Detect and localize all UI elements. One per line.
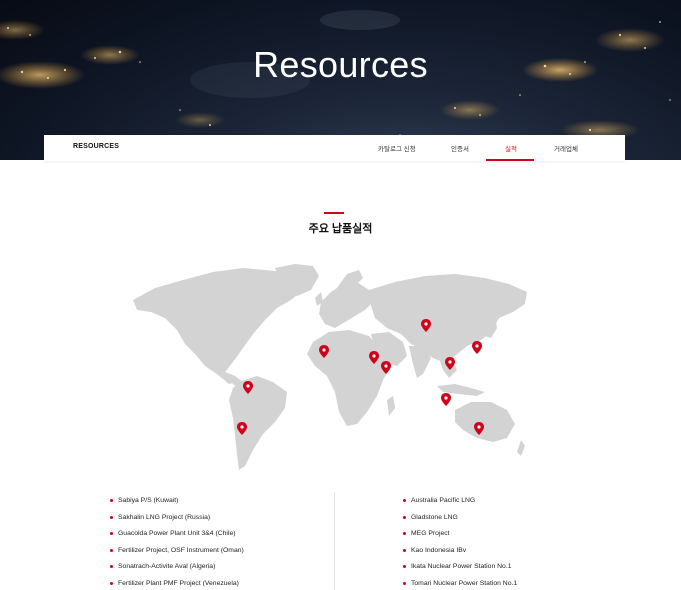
list-item: Australia Pacific LNG bbox=[403, 497, 517, 514]
map-pin-icon bbox=[441, 393, 451, 406]
list-item: Sabiya P/S (Kuwait) bbox=[110, 497, 244, 514]
bullet-icon bbox=[403, 515, 406, 519]
world-map-land bbox=[133, 264, 527, 470]
list-item: Guacolda Power Plant Unit 3&4 (Chile) bbox=[110, 530, 244, 547]
section-title: 주요 납품실적 bbox=[308, 223, 373, 235]
list-item: Fertilizer Project, OSF Instrument (Oman… bbox=[110, 547, 244, 564]
tab-catalog-request[interactable]: 카탈로그 신청 bbox=[378, 143, 416, 153]
page-title: Resources bbox=[253, 44, 428, 85]
list-item: Kao Indonesia IBv bbox=[403, 547, 517, 564]
project-list-left: Sabiya P/S (Kuwait) Sakhalin LNG Project… bbox=[110, 497, 244, 590]
tab-partners[interactable]: 거래업체 bbox=[554, 143, 578, 153]
tab-certificates[interactable]: 인증서 bbox=[451, 143, 469, 153]
sub-navigation: RESOURCES 카탈로그 신청 인증서 실적 거래업체 bbox=[44, 135, 625, 161]
bullet-icon bbox=[110, 532, 113, 536]
list-item: Ikata Nuclear Power Station No.1 bbox=[403, 563, 517, 580]
bullet-icon bbox=[403, 565, 406, 569]
bullet-icon bbox=[110, 515, 113, 519]
bullet-icon bbox=[403, 499, 406, 502]
list-item: Tomari Nuclear Power Station No.1 bbox=[403, 580, 517, 590]
bullet-icon bbox=[110, 499, 113, 502]
list-item: MEG Project bbox=[403, 530, 517, 547]
bullet-icon bbox=[403, 581, 406, 585]
map-pin-icon bbox=[472, 341, 482, 354]
bullet-icon bbox=[110, 581, 113, 585]
subnav-brand: RESOURCES bbox=[73, 143, 120, 150]
section-accent-bar bbox=[324, 212, 344, 214]
bullet-icon bbox=[403, 532, 406, 536]
list-divider bbox=[334, 492, 335, 590]
bullet-icon bbox=[403, 548, 406, 552]
active-tab-indicator bbox=[486, 159, 534, 161]
list-item: Fertilizer Plant PMF Project (Venezuela) bbox=[110, 580, 244, 590]
bullet-icon bbox=[110, 548, 113, 552]
list-item: Gladstone LNG bbox=[403, 514, 517, 531]
tab-performance[interactable]: 실적 bbox=[505, 143, 517, 153]
list-item: Sakhalin LNG Project (Russia) bbox=[110, 514, 244, 531]
world-map bbox=[133, 264, 527, 470]
project-list-right: Australia Pacific LNG Gladstone LNG MEG … bbox=[403, 497, 517, 590]
list-item: Sonatrach-Activite Aval (Algeria) bbox=[110, 563, 244, 580]
bullet-icon bbox=[110, 565, 113, 569]
